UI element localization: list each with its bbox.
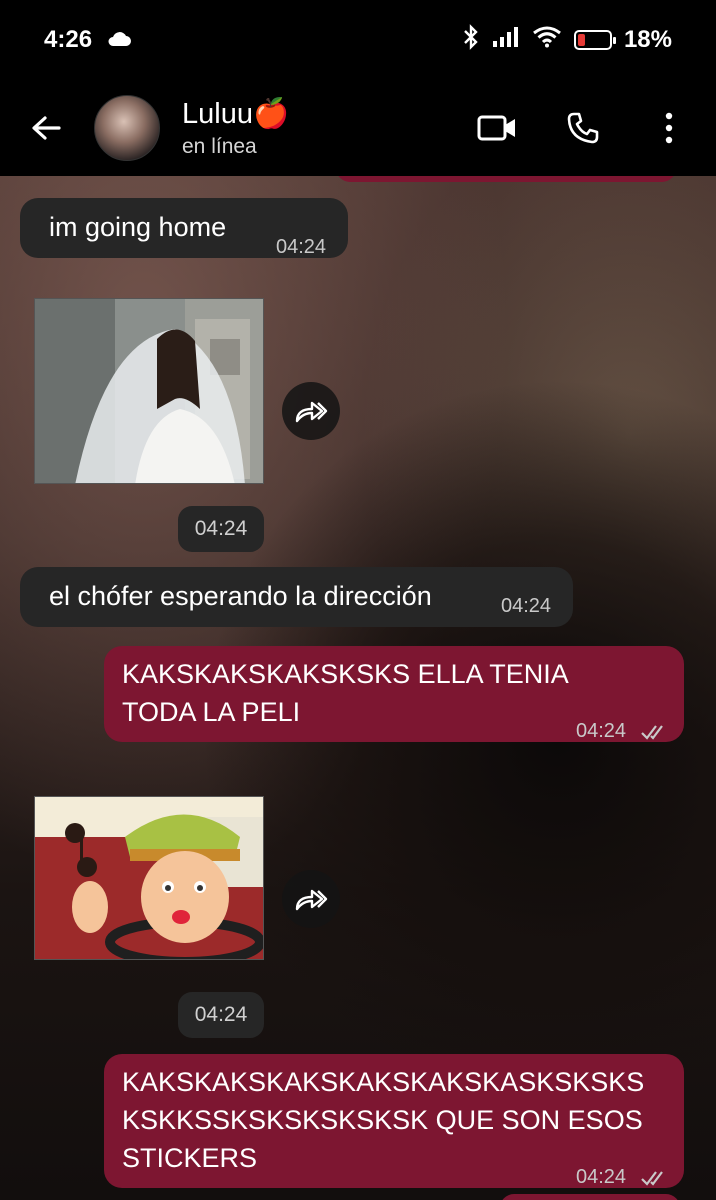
signal-icon [492,26,520,55]
more-vert-icon[interactable] [644,103,694,153]
received-message[interactable]: im going home 04:24 [20,198,348,258]
message-time: 04:24 [576,1166,627,1188]
phone-icon[interactable] [558,103,608,153]
sent-message[interactable]: KAKSKAKSKAKSKSKS ELLA TENIA TODA LA PELI… [104,646,684,742]
received-message[interactable]: el chófer esperando la dirección 04:24 [20,567,573,627]
chat-header: Luluu🍎 en línea [0,80,716,176]
message-bubble-partial [500,1194,680,1200]
cartoon-sticker [35,797,263,959]
contact-status: en línea [182,135,257,158]
status-time: 4:26 [44,26,93,53]
read-ticks-icon [640,1159,670,1197]
image-time: 04:24 [178,506,264,552]
read-ticks-icon [640,713,670,751]
message-time: 04:24 [194,517,248,540]
message-line: KAKSKAKSKAKSKAKSKAKSKASKSKSKS [122,1067,645,1097]
chat-area[interactable]: im going home 04:24 04:24 el chófer espe… [0,176,716,1200]
received-image-bride[interactable] [34,298,264,484]
message-text: el chófer esperando la dirección [49,581,432,611]
message-time: 04:24 [501,595,552,617]
message-bubble-partial [336,176,676,182]
bluetooth-icon [462,23,480,57]
forward-icon[interactable] [282,870,340,928]
forward-icon[interactable] [282,382,340,440]
received-image-sticker[interactable] [34,796,264,960]
battery-icon [573,30,616,50]
message-text: im going home [49,212,227,242]
wifi-icon [532,26,562,55]
contact-info[interactable]: Luluu🍎 en línea [182,97,289,159]
cloud-icon [106,26,132,54]
video-call-icon[interactable] [472,103,522,153]
message-line: STICKERS [122,1143,258,1173]
message-time: 04:24 [194,1003,248,1026]
message-line: TODA LA PELI [122,697,301,727]
back-arrow-icon[interactable] [16,98,76,158]
contact-name: Luluu🍎 [182,98,290,130]
message-line: KAKSKAKSKAKSKSKS ELLA TENIA [122,659,569,689]
message-time: 04:24 [276,236,327,258]
avatar[interactable] [94,95,160,161]
battery-percent: 18% [623,26,672,53]
message-line: KSKKSSKSKSKSKSKSK QUE SON ESOS [122,1105,643,1135]
bride-photo [35,299,263,483]
sent-message[interactable]: KAKSKAKSKAKSKAKSKAKSKASKSKSKS KSKKSSKSKS… [104,1054,684,1188]
message-time: 04:24 [576,720,627,742]
status-bar: 4:26 18% [0,0,716,80]
image-time: 04:24 [178,992,264,1038]
